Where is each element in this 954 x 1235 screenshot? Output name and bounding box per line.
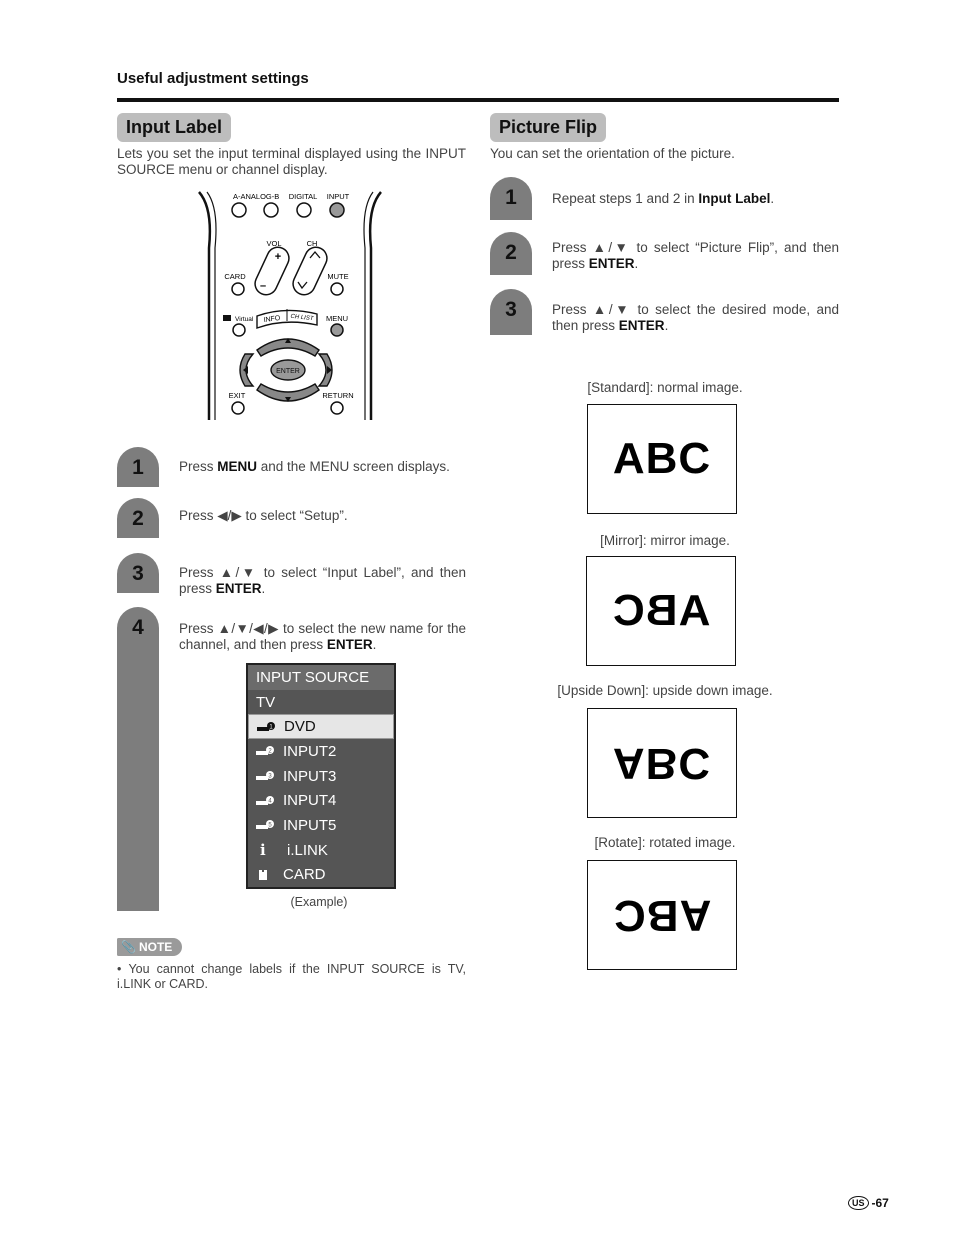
rotate-sample-box: ABC: [587, 860, 737, 970]
mirror-caption: [Mirror]: mirror image.: [600, 533, 730, 548]
input-label-step-1-text: Press MENU and the MENU screen displays.: [179, 459, 450, 474]
exit-label: EXIT: [229, 391, 246, 400]
input-label: INPUT: [327, 192, 350, 201]
upside-down-caption: [Upside Down]: upside down image.: [557, 683, 773, 698]
picture-flip-intro: You can set the orientation of the pictu…: [490, 146, 735, 161]
menu-example-caption: (Example): [290, 895, 348, 909]
volume-rocker: [254, 246, 290, 296]
menu-item-card[interactable]: CARD: [248, 863, 394, 888]
menu-label: MENU: [326, 314, 348, 323]
menu-header: INPUT SOURCE: [248, 665, 394, 690]
upside-down-sample-text: ABC: [612, 739, 712, 788]
return-label: RETURN: [322, 391, 353, 400]
mirror-sample-text: ABC: [611, 586, 711, 635]
menu-item-dvd[interactable]: 1 DVD: [248, 714, 394, 740]
channel-rocker: [292, 246, 328, 296]
input-label-step-4-badge: 4: [117, 607, 159, 911]
svg-text:–: –: [260, 280, 266, 292]
upside-down-sample-box: ABC: [587, 708, 737, 818]
picture-flip-step-2-text: Press ▲/▼ to select “Picture Flip”, and …: [552, 240, 839, 271]
note-badge: 📎 NOTE: [117, 938, 183, 956]
page-number: US -67: [848, 1196, 889, 1210]
digital-button: [296, 202, 312, 218]
picture-flip-step-2-badge: 2: [490, 232, 532, 275]
section-header: Useful adjustment settings: [117, 70, 309, 87]
ilink-icon: i: [260, 841, 266, 860]
input-label-step-2-text: Press ◀/▶ to select “Setup”.: [179, 508, 348, 523]
header-rule: [117, 98, 839, 102]
remote-control-illustration: A-ANALOG-B DIGITAL INPUT VOL CH + – CARD…: [198, 191, 382, 420]
menu-item-ilink[interactable]: i i.LINK: [248, 838, 394, 863]
input-3-icon: 3: [256, 771, 274, 781]
virtual-label: Virtual: [235, 316, 254, 323]
input-label-title: Input Label: [117, 113, 231, 142]
input-4-icon: 4: [256, 795, 274, 806]
digital-label: DIGITAL: [289, 192, 318, 201]
mute-label: MUTE: [327, 272, 348, 281]
mute-button: [330, 282, 344, 296]
menu-item-input2[interactable]: 2 INPUT2: [248, 739, 394, 764]
standard-caption: [Standard]: normal image.: [587, 380, 743, 395]
dolby-virtual-icon: [223, 315, 231, 321]
note-text: • You cannot change labels if the INPUT …: [117, 962, 466, 991]
input-source-menu: INPUT SOURCE TV 1 DVD 2 INPUT2 3 INPUT3 …: [246, 663, 396, 890]
card-button: [231, 282, 245, 296]
rotate-sample-text: ABC: [612, 891, 712, 940]
enter-label: ENTER: [276, 368, 300, 375]
menu-item-input5[interactable]: 5 INPUT5: [248, 813, 394, 838]
input-button: [329, 202, 345, 218]
menu-item-input3[interactable]: 3 INPUT3: [248, 764, 394, 789]
rotate-caption: [Rotate]: rotated image.: [594, 835, 736, 850]
card-label: CARD: [224, 272, 246, 281]
remote-body-right: [368, 191, 382, 420]
virtual-button: [232, 323, 246, 337]
bullet-icon: •: [117, 962, 129, 976]
input-1-icon: 1: [257, 721, 275, 732]
svg-text:+: +: [275, 251, 281, 263]
picture-flip-step-3-text: Press ▲/▼ to select the desired mode, an…: [552, 302, 839, 333]
exit-button: [231, 401, 245, 415]
input-label-intro: Lets you set the input terminal displaye…: [117, 146, 466, 177]
us-region-icon: US: [848, 1196, 869, 1210]
paperclip-icon: 📎: [121, 940, 136, 954]
input-label-step-2-badge: 2: [117, 498, 159, 538]
return-button: [330, 401, 344, 415]
input-label-step-3-text: Press ▲/▼ to select “Input Label”, and t…: [179, 565, 466, 596]
mirror-sample-box: ABC: [586, 556, 736, 666]
remote-body-left: [198, 191, 212, 420]
input-5-icon: 5: [256, 820, 274, 830]
card-icon: [256, 869, 274, 881]
input-label-step-1-badge: 1: [117, 447, 159, 487]
standard-sample-box: ABC: [587, 404, 737, 514]
picture-flip-step-1-badge: 1: [490, 177, 532, 220]
input-label-step-4-text: Press ▲/▼/◀/▶ to select the new name for…: [179, 621, 466, 652]
standard-sample-text: ABC: [612, 434, 712, 483]
menu-item-tv[interactable]: TV: [248, 690, 394, 715]
input-label-step-3-badge: 3: [117, 553, 159, 593]
input-2-icon: 2: [256, 746, 274, 756]
menu-item-input4[interactable]: 4 INPUT4: [248, 788, 394, 813]
b-analog-button: [263, 202, 279, 218]
picture-flip-step-3-badge: 3: [490, 289, 532, 335]
menu-button: [330, 323, 344, 337]
a-analog-button: [231, 202, 247, 218]
picture-flip-title: Picture Flip: [490, 113, 607, 142]
picture-flip-step-1-text: Repeat steps 1 and 2 in Input Label.: [552, 191, 775, 206]
a-analog-b-label: A-ANALOG-B: [233, 192, 279, 201]
